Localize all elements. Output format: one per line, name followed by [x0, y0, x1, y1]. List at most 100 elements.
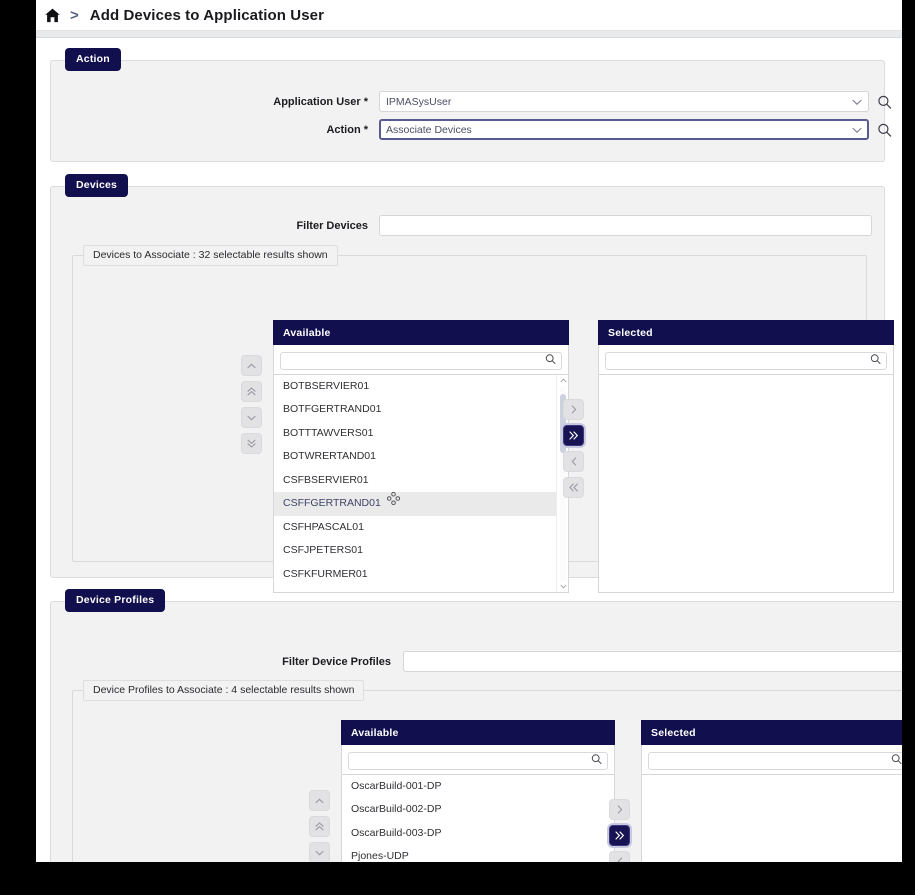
breadcrumb: > Add Devices to Application User [36, 0, 902, 31]
scroll-up-icon[interactable] [557, 375, 569, 386]
move-bottom-button[interactable] [241, 433, 262, 454]
list-item-label: BOTTTAWVERS01 [283, 427, 373, 439]
devices-selected-picklist: Selected [598, 320, 894, 593]
list-item[interactable]: OscarBuild-002-DP [342, 798, 614, 822]
list-item[interactable]: OscarBuild-001-DP [342, 775, 614, 799]
list-item-label: Pjones-UDP [351, 850, 409, 862]
profiles-selected-title: Selected [651, 727, 696, 739]
search-icon [870, 354, 881, 365]
profiles-selected-header: Selected [641, 720, 902, 745]
devices-available-header: Available [273, 320, 569, 345]
devices-available-picklist: Available BOTBSERVIER01BOTFGERTRAND01BOT… [273, 320, 569, 593]
page-title: Add Devices to Application User [90, 7, 324, 24]
move-top-button[interactable] [241, 381, 262, 402]
list-item[interactable]: OscarBuild-003-DP [342, 822, 614, 846]
application-user-label: Application User * [51, 96, 368, 108]
remove-selected-button[interactable] [563, 451, 584, 472]
list-item[interactable]: CSFFGERTRAND01 [274, 492, 568, 516]
scroll-down-icon[interactable] [557, 581, 569, 592]
profiles-available-header: Available [341, 720, 615, 745]
list-item-label: OscarBuild-001-DP [351, 780, 441, 792]
application-window: > Add Devices to Application User Action… [36, 0, 902, 862]
devices-available-order-buttons [241, 355, 262, 454]
list-item[interactable]: CSFKFURMER01 [274, 563, 568, 587]
filter-device-profiles-row: Filter Device Profiles [51, 651, 902, 672]
list-item-label: CSFBSERVIER01 [283, 474, 369, 486]
move-up-button[interactable] [241, 355, 262, 376]
devices-to-associate-legend: Devices to Associate : 32 selectable res… [83, 245, 338, 266]
devices-selected-title: Selected [608, 327, 653, 339]
devices-available-list[interactable]: BOTBSERVIER01 BOTFGERTRAND01 BOTTTAWVERS01… [273, 374, 569, 593]
filter-device-profiles-label: Filter Device Profiles [51, 656, 391, 668]
move-up-button[interactable] [309, 790, 330, 811]
profiles-selected-list[interactable] [641, 774, 902, 863]
list-item-label: OscarBuild-002-DP [351, 803, 441, 815]
list-item[interactable]: BOTFGERTRAND01 [274, 398, 568, 422]
add-all-button[interactable] [563, 425, 584, 446]
profiles-available-order-buttons [309, 790, 330, 862]
profiles-transfer-buttons [609, 799, 630, 862]
list-item-label: CSFHPASCAL01 [283, 521, 364, 533]
screen-root: > Add Devices to Application User Action… [0, 0, 915, 895]
add-selected-button[interactable] [609, 799, 630, 820]
home-icon[interactable] [44, 7, 61, 24]
list-item-label: BOTWRERTAND01 [283, 450, 376, 462]
filter-devices-input[interactable] [379, 215, 872, 236]
filter-device-profiles-input[interactable] [403, 651, 902, 672]
filter-devices-row: Filter Devices [51, 215, 884, 236]
filter-devices-control [379, 215, 872, 236]
application-user-input[interactable] [379, 91, 869, 112]
move-down-button[interactable] [241, 407, 262, 428]
list-item[interactable]: CSFBSERVIER01 [274, 469, 568, 493]
action-panel: Action Application User * [50, 60, 885, 162]
device-profiles-to-associate-legend: Device Profiles to Associate : 4 selecta… [83, 680, 364, 701]
action-panel-tab: Action [65, 48, 121, 71]
list-item[interactable]: BOTBSERVIER01 [274, 375, 568, 399]
devices-selected-list[interactable] [598, 374, 894, 593]
list-item[interactable]: BOTWRERTAND01 [274, 445, 568, 469]
profiles-selected-search-input[interactable] [648, 752, 902, 770]
add-selected-button[interactable] [563, 399, 584, 420]
list-item[interactable]: CSFJPETERS01 [274, 539, 568, 563]
form-canvas: Action Application User * [36, 38, 902, 862]
profiles-available-title: Available [351, 727, 399, 739]
profiles-available-search-wrap [341, 745, 615, 774]
devices-available-title: Available [283, 327, 331, 339]
add-all-button[interactable] [609, 825, 630, 846]
device-profiles-panel: Device Profiles Filter Device Profiles D… [50, 601, 902, 862]
profiles-available-list[interactable]: OscarBuild-001-DP OscarBuild-002-DP OscarB… [341, 774, 615, 863]
application-user-control [379, 91, 869, 112]
remove-all-button[interactable] [563, 477, 584, 498]
search-icon [591, 754, 602, 765]
action-row: Action * [51, 119, 884, 140]
filter-devices-label: Filter Devices [51, 220, 368, 232]
action-search-icon[interactable] [877, 122, 892, 137]
search-icon [545, 354, 556, 365]
devices-available-search-input[interactable] [280, 352, 562, 370]
list-item[interactable]: Pjones-UDP [342, 845, 614, 862]
devices-selected-header: Selected [598, 320, 894, 345]
application-user-search-icon[interactable] [877, 94, 892, 109]
action-input[interactable] [379, 119, 869, 140]
list-item[interactable]: BOTTTAWVERS01 [274, 422, 568, 446]
devices-selected-search-wrap [598, 345, 894, 374]
left-letterbox [0, 0, 36, 895]
devices-selected-search-input[interactable] [605, 352, 887, 370]
header-strip [36, 31, 902, 38]
remove-selected-button[interactable] [609, 851, 630, 862]
devices-panel: Devices Filter Devices Devices to Associ… [50, 186, 885, 578]
list-item-label: CSFJPETERS01 [283, 544, 363, 556]
search-icon [891, 754, 902, 765]
move-top-button[interactable] [309, 816, 330, 837]
list-item-label: BOTBSERVIER01 [283, 380, 369, 392]
list-item-label: OscarBuild-003-DP [351, 827, 441, 839]
right-letterbox [902, 0, 915, 895]
move-down-button[interactable] [309, 842, 330, 862]
list-item[interactable]: CSFHPASCAL01 [274, 516, 568, 540]
devices-available-search-wrap [273, 345, 569, 374]
profiles-available-search-input[interactable] [348, 752, 608, 770]
list-item-label: CSFKFURMER01 [283, 568, 368, 580]
profiles-selected-search-wrap [641, 745, 902, 774]
profiles-selected-picklist: Selected [641, 720, 902, 862]
device-profiles-panel-tab: Device Profiles [65, 589, 165, 612]
